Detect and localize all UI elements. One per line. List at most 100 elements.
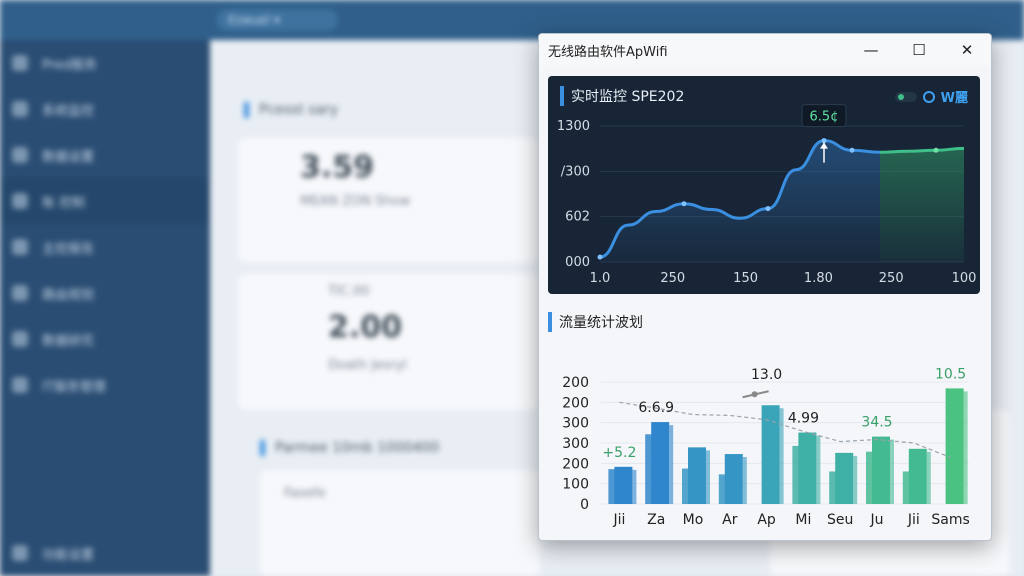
settings-icon: [12, 545, 28, 561]
x-tick-label: Sams: [931, 512, 969, 528]
bar: [761, 405, 780, 504]
bar-side: [706, 450, 710, 504]
background-sidebar-item: 系统监控: [0, 86, 210, 132]
traffic-chart-title: 流量统计波划: [548, 312, 643, 332]
bar-secondary: [645, 434, 658, 504]
bar-secondary: [829, 471, 842, 504]
background-sidebar-item: 主控报告: [0, 224, 210, 270]
menu-item-icon: [12, 55, 28, 71]
background-sidebar-label: Pred服务: [42, 57, 97, 73]
y-tick-label: 1300: [557, 119, 590, 134]
data-point: [933, 147, 939, 153]
area-fill-left: [600, 140, 880, 262]
bar-side: [632, 469, 637, 504]
realtime-monitor-panel: 实时监控 SPE202 W麗 000 602/300 1300 1.0 250 150 1.…: [548, 76, 980, 294]
bar-chart: 0 100 200 300 300 200 200 Jii Za Mo Ar Ap Mi Seu Ju Jii…: [562, 366, 970, 528]
area-fill-right: [880, 148, 964, 262]
data-point: [681, 201, 687, 207]
x-tick-label: 250: [660, 271, 685, 286]
y-tick-label: 200: [562, 375, 589, 391]
x-tick-label: 150: [733, 271, 758, 286]
close-button[interactable]: ✕: [943, 34, 991, 66]
y-tick-label: 000: [565, 255, 590, 270]
menu-item-icon: [12, 147, 28, 163]
x-tick-label: Mo: [683, 512, 704, 528]
background-section2-title: Parmee 10mb 1000400: [260, 440, 439, 456]
y-tick-label: 0: [580, 497, 589, 513]
y-tick-label: 602: [565, 210, 590, 225]
x-tick-label: Za: [647, 512, 665, 528]
menu-item-icon: [12, 193, 28, 209]
bar-secondary: [866, 451, 878, 504]
bar-side: [816, 435, 821, 504]
menu-item-icon: [12, 377, 28, 393]
data-label: 4.99: [788, 411, 819, 427]
data-point: [597, 254, 603, 260]
window-title: 无线路由软件ApWifi: [548, 44, 668, 60]
bar-side: [890, 439, 894, 504]
y-tick-label: 300: [562, 436, 589, 452]
y-tick-label: 300: [562, 416, 589, 432]
menu-item-icon: [12, 331, 28, 347]
background-sidebar-item: 数据设置: [0, 132, 210, 178]
x-tick-label: Mi: [795, 512, 811, 528]
background-sidebar-label: 路由规划: [42, 287, 95, 303]
background-sidebar-label: 数据研究: [42, 333, 95, 349]
menu-item-icon: [12, 239, 28, 255]
background-sidebar-item: 账 控制: [0, 178, 210, 224]
bar-secondary: [718, 474, 731, 504]
bar-side: [853, 455, 858, 504]
app-window: 无线路由软件ApWifi — ☐ ✕ 实时监控 SPE202 W麗 000 602…: [538, 33, 992, 541]
background-sidebar-label: 账 控制: [42, 195, 86, 211]
x-tick-label: 250: [879, 271, 904, 286]
menu-item-icon: [12, 285, 28, 301]
bar-secondary: [902, 471, 915, 504]
x-tick-label: Jii: [612, 512, 625, 528]
data-label: 34.5: [861, 415, 892, 431]
data-point: [765, 206, 771, 212]
peak-label: 6.5¢: [810, 110, 839, 125]
bar-side: [926, 451, 931, 504]
data-label: 10.5: [935, 366, 966, 382]
background-card-1: 3.59 MEAN ZON Show: [238, 138, 538, 262]
bar-secondary: [792, 445, 805, 504]
x-tick-label: Jii: [907, 512, 920, 528]
callout-dot: [751, 391, 758, 398]
background-sidebar: Pred服务 系统监控数据设置账 控制主控报告路由规划数据研究 IT服务管理 功能设…: [0, 40, 210, 576]
background-sidebar-item: 数据研究: [0, 316, 210, 362]
background-card-3: Fasefe: [260, 470, 540, 576]
background-sidebar-label: 系统监控: [42, 103, 95, 119]
data-label: 6.6.9: [638, 400, 674, 416]
bar-side: [669, 425, 674, 504]
x-tick-label: 100: [952, 271, 977, 286]
bar-side: [779, 408, 784, 504]
bar: [945, 388, 964, 504]
background-sidebar-item: 路由规划: [0, 270, 210, 316]
data-label: 13.0: [751, 367, 782, 383]
y-tick-label: 200: [562, 395, 589, 411]
window-titlebar[interactable]: 无线路由软件ApWifi — ☐ ✕: [539, 34, 991, 66]
bar-side: [742, 457, 747, 504]
bar-secondary: [682, 468, 694, 504]
x-tick-label: Ar: [722, 512, 738, 528]
x-tick-label: 1.0: [590, 271, 611, 286]
line-chart: 000 602/300 1300 1.0 250 150 1.80 250 100 6.5¢: [557, 104, 977, 286]
menu-item-icon: [12, 101, 28, 117]
maximize-button[interactable]: ☐: [895, 34, 943, 66]
background-sidebar-item: IT服务管理: [0, 362, 210, 408]
data-label: +5.2: [602, 445, 636, 461]
background-card-2: TIC.00 2.00 Doath Jesryl: [238, 274, 538, 410]
background-header-tab: Ezwuel ▾: [216, 9, 338, 31]
x-tick-label: Seu: [827, 512, 853, 528]
minimize-button[interactable]: —: [847, 34, 895, 66]
x-tick-label: 1.80: [804, 271, 833, 286]
x-tick-label: Ap: [757, 512, 776, 528]
background-sidebar-label: 主控报告: [42, 241, 95, 257]
background-sidebar-label: IT服务管理: [42, 379, 106, 395]
background-sidebar-footer: 功能设置: [0, 530, 210, 576]
x-tick-label: Ju: [869, 512, 883, 528]
y-tick-label: 200: [562, 456, 589, 472]
y-tick-label: /300: [561, 164, 590, 179]
bar-side: [963, 391, 968, 504]
data-point: [849, 147, 855, 153]
